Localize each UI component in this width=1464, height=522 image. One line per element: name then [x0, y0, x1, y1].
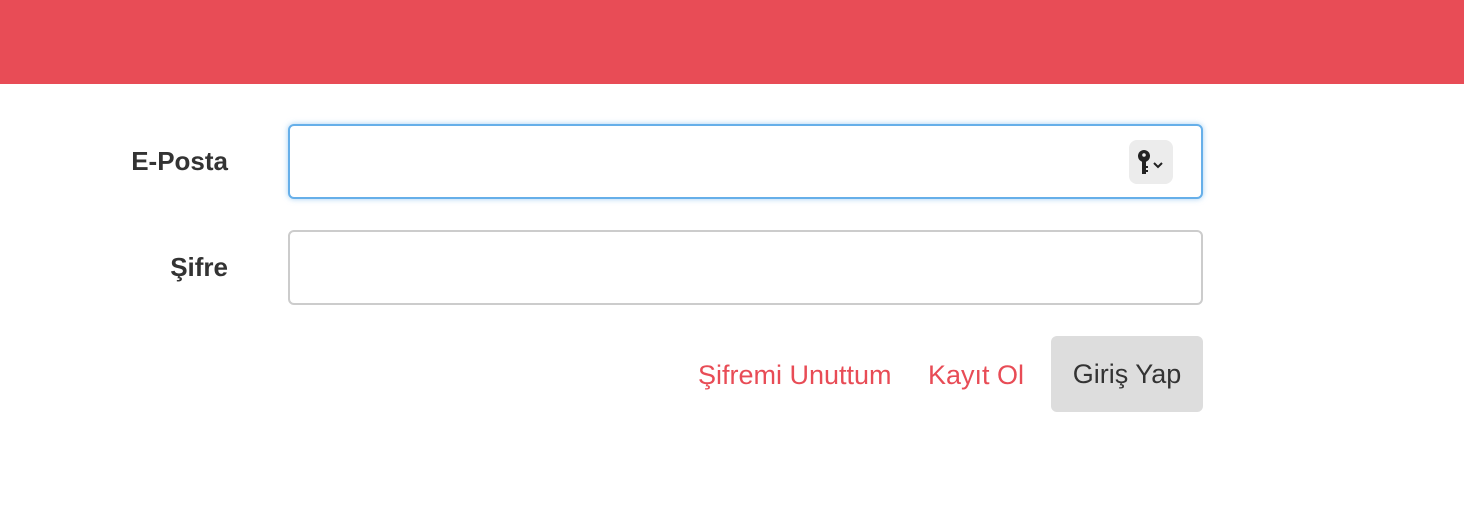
login-button[interactable]: Giriş Yap [1051, 336, 1203, 412]
register-link[interactable]: Kayıt Ol [928, 360, 1024, 391]
key-icon [1138, 150, 1163, 174]
password-field[interactable] [288, 230, 1203, 305]
forgot-password-link[interactable]: Şifremi Unuttum [698, 360, 892, 391]
header-bar [0, 0, 1464, 84]
password-label: Şifre [170, 252, 228, 282]
key-dropdown-icon[interactable] [1129, 140, 1173, 184]
email-label: E-Posta [131, 146, 228, 176]
email-field[interactable] [288, 124, 1203, 199]
